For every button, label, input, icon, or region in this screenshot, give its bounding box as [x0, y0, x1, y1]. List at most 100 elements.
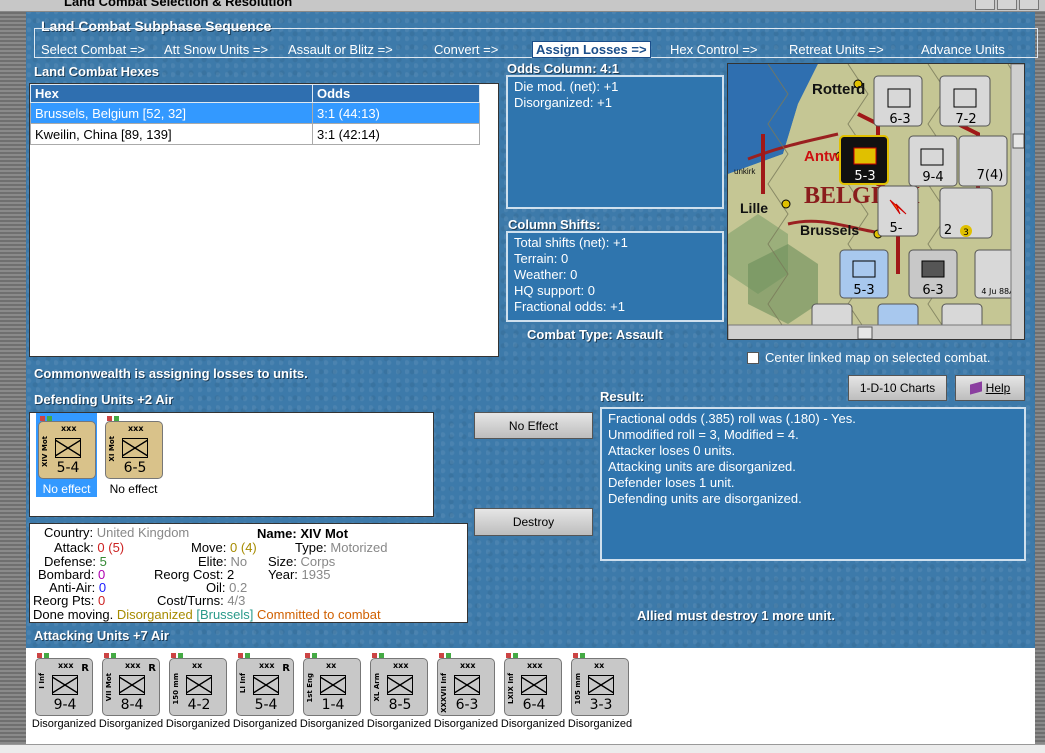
- close-button[interactable]: [1019, 0, 1039, 10]
- map-counter-value: 3: [963, 228, 969, 238]
- unit-strength: 6-3: [455, 697, 479, 713]
- result-line: Unmodified roll = 3, Modified = 4.: [608, 427, 799, 442]
- unit-name: LI Inf: [239, 673, 247, 694]
- cost-turns-label: Cost/Turns:: [157, 593, 224, 608]
- attacking-unit-counter[interactable]: xxx I Inf R 9-4: [35, 653, 93, 716]
- combat-type: Combat Type: Assault: [527, 327, 663, 342]
- attacking-unit-counter[interactable]: xxx LI Inf R 5-4: [236, 653, 294, 716]
- attacking-title: Attacking Units +7 Air: [34, 628, 169, 643]
- map-label-antwerp: Antw: [804, 148, 841, 165]
- hex-column-header[interactable]: Hex: [30, 84, 313, 103]
- attacking-unit-counter[interactable]: xxx VII Mot R 8-4: [102, 653, 160, 716]
- minimize-button[interactable]: [975, 0, 995, 10]
- shift-line: Total shifts (net): +1: [514, 235, 628, 250]
- charts-button[interactable]: 1-D-10 Charts: [848, 375, 947, 401]
- unit-size: xx: [326, 661, 337, 670]
- result-line: Fractional odds (.385) roll was (.180) -…: [608, 411, 856, 426]
- map-counter-value: 5-: [890, 221, 903, 236]
- seq-step-assault: Assault or Blitz =>: [288, 42, 393, 57]
- odds-line: Die mod. (net): +1: [514, 79, 619, 94]
- result-line: Defender loses 1 unit.: [608, 475, 735, 490]
- attacking-units-panel: xxx I Inf R 9-4 Disorganized xxx VII Mot R 8-4 Di…: [26, 648, 1035, 744]
- map-label-lille: Lille: [740, 200, 768, 216]
- name-label: Name:: [257, 526, 297, 541]
- unit-type-icon: [52, 675, 78, 695]
- hexes-table: Hex Odds Brussels, Belgium [52, 32] 3:1 …: [30, 84, 480, 145]
- hexes-title: Land Combat Hexes: [34, 64, 159, 79]
- unit-size: xxx: [527, 661, 543, 670]
- map-label-rotterdam: Rotterd: [812, 81, 865, 98]
- map-counter-value: 6-3: [889, 112, 910, 127]
- year-value: 1935: [301, 567, 331, 582]
- attacking-unit-counter[interactable]: xxx LXIX Inf 6-4: [504, 653, 562, 716]
- right-frame: [1035, 12, 1045, 753]
- status-text: Commonwealth is assigning losses to unit…: [34, 366, 308, 381]
- destroy-button[interactable]: Destroy: [474, 508, 593, 536]
- attacking-unit-counter[interactable]: xxx XXXVII Inf 6-3: [437, 653, 495, 716]
- unit-type-icon: [320, 675, 346, 695]
- result-box: Fractional odds (.385) roll was (.180) -…: [600, 407, 1026, 561]
- unit-type-icon: [119, 675, 145, 695]
- table-row[interactable]: Kweilin, China [89, 139] 3:1 (42:14): [30, 123, 480, 145]
- map-counter-value: 2: [944, 223, 952, 238]
- status-disorganized: Disorganized: [116, 607, 193, 622]
- defending-title: Defending Units +2 Air: [34, 392, 174, 407]
- country-value: United Kingdom: [96, 525, 190, 540]
- seq-step-hex-control: Hex Control =>: [670, 42, 758, 57]
- odds-box: Die mod. (net): +1 Disorganized: +1: [506, 75, 724, 209]
- result-line: Defending units are disorganized.: [608, 491, 802, 506]
- shift-line: Fractional odds: +1: [514, 299, 625, 314]
- unit-status-label: Disorganized: [165, 718, 231, 730]
- name-value: XIV Mot: [300, 526, 349, 541]
- attacking-unit-counter[interactable]: xxx XL Arm 8-5: [370, 653, 428, 716]
- help-label: Help: [985, 381, 1011, 395]
- unit-status-label: Disorganized: [98, 718, 164, 730]
- defending-units-panel: xxx XIV Mot 5-4 No effect xxx XI Mot 6-5…: [29, 412, 434, 517]
- unit-name: XI Mot: [108, 436, 116, 462]
- seq-step-att-snow: Att Snow Units =>: [164, 42, 269, 57]
- maximize-button[interactable]: [997, 0, 1017, 10]
- motorized-infantry-icon: [55, 438, 81, 458]
- table-row[interactable]: Brussels, Belgium [52, 32] 3:1 (44:13): [30, 102, 480, 124]
- shifts-title: Column Shifts:: [508, 217, 601, 232]
- center-linked-checkbox[interactable]: [747, 352, 759, 364]
- defending-unit-counter[interactable]: xxx XI Mot 6-5: [105, 416, 163, 479]
- unit-type-icon: [454, 675, 480, 695]
- left-frame: [0, 12, 26, 753]
- attacking-unit-counter[interactable]: xx 105 mm 3-3: [571, 653, 629, 716]
- odds-cell: 3:1 (42:14): [312, 123, 480, 145]
- unit-status-label: Disorganized: [299, 718, 365, 730]
- odds-line: Disorganized: +1: [514, 95, 612, 110]
- move-value: 0 (4): [230, 540, 257, 555]
- attack-label: Attack:: [54, 540, 94, 555]
- odds-column-header[interactable]: Odds: [312, 84, 480, 103]
- map-counter-value: 7(4): [977, 168, 1004, 183]
- unit-result-label: No effect: [109, 482, 158, 496]
- unit-size: xxx: [125, 661, 141, 670]
- linked-map[interactable]: Rotterd Antw BELGIUM Lille Brussels unki…: [727, 63, 1025, 340]
- window-title: Land Combat Selection & Resolution: [64, 0, 293, 9]
- unit-size: xxx: [58, 661, 74, 670]
- move-label: Move:: [191, 540, 227, 555]
- map-counter-value: 5-3: [854, 169, 875, 184]
- help-button[interactable]: Help: [955, 375, 1025, 401]
- unit-strength: 6-5: [123, 460, 147, 476]
- odds-title: Odds Column: 4:1: [507, 61, 619, 76]
- unit-strength: 5-4: [56, 460, 80, 476]
- map-counter-value: 9-4: [922, 170, 943, 185]
- reserve-marker: R: [282, 663, 290, 674]
- seq-step-retreat: Retreat Units =>: [789, 42, 884, 57]
- unit-strength: 5-4: [254, 697, 278, 713]
- no-effect-button[interactable]: No Effect: [474, 412, 593, 439]
- attacking-unit-counter[interactable]: xx 150 mm 4-2: [169, 653, 227, 716]
- seq-step-assign-losses: Assign Losses =>: [532, 41, 651, 58]
- attack-paren: (5): [108, 540, 125, 555]
- unit-status-label: Disorganized: [567, 718, 633, 730]
- hexes-list[interactable]: Hex Odds Brussels, Belgium [52, 32] 3:1 …: [29, 83, 499, 357]
- shift-line: Terrain: 0: [514, 251, 569, 266]
- defending-unit-counter[interactable]: xxx XIV Mot 5-4: [38, 416, 96, 479]
- attacking-unit-counter[interactable]: xx 1st Eng 1-4: [303, 653, 361, 716]
- reserve-marker: R: [81, 663, 89, 674]
- year-label: Year:: [268, 567, 298, 582]
- cost-turns-value: 4/3: [227, 593, 246, 608]
